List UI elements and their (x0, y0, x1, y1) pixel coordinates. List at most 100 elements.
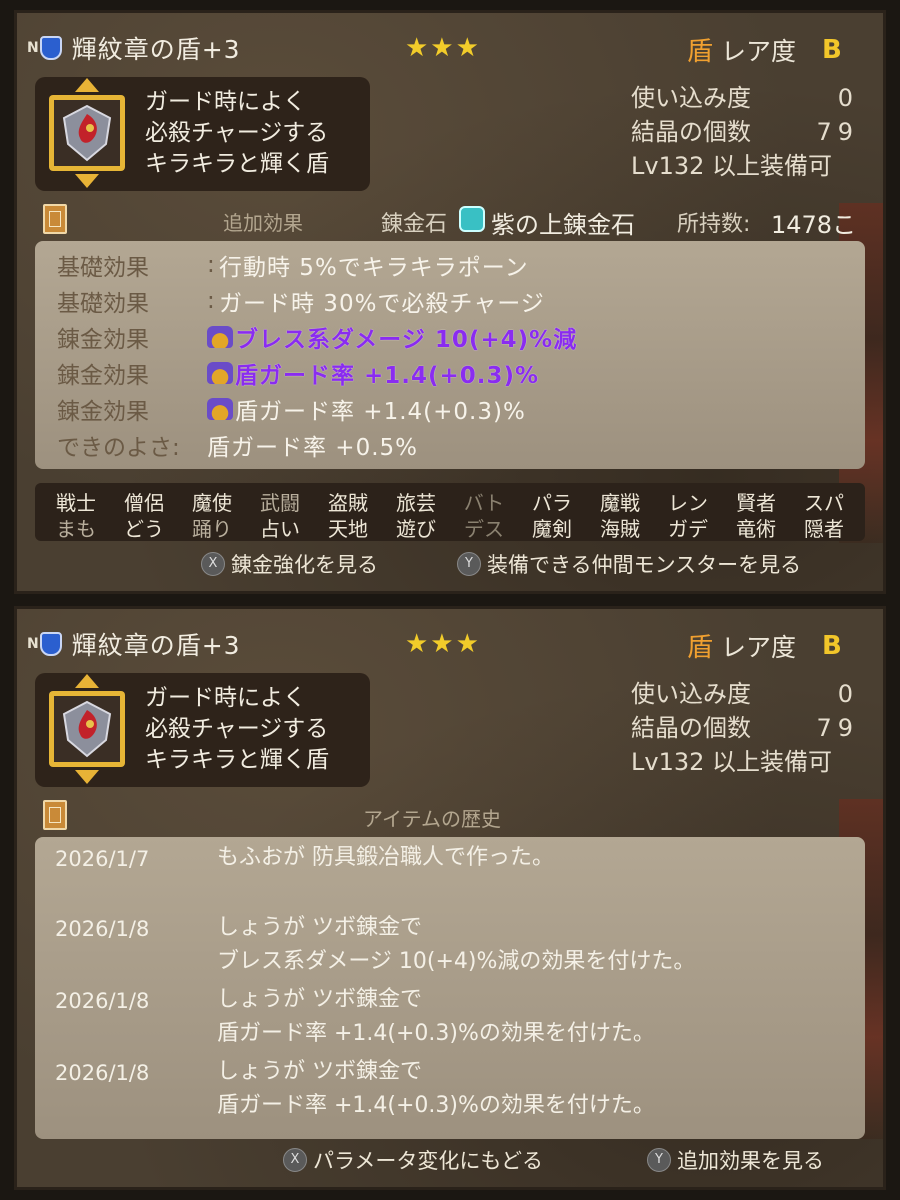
job-label: ガデ (668, 517, 708, 541)
effect-value: ガード時 30%で必殺チャージ (219, 291, 545, 317)
view-monsters-hint[interactable]: Y 装備できる仲間モンスターを見る (457, 549, 801, 579)
description-line: キラキラと輝く盾 (145, 151, 329, 177)
back-to-params-hint[interactable]: X パラメータ変化にもどる (283, 1145, 543, 1175)
effect-key: 錬金効果 (57, 327, 149, 353)
history-line: ブレス系ダメージ 10(+4)%減の効果を付けた。 (217, 949, 696, 974)
description-line: ガード時によく (145, 89, 306, 115)
stat-value: 0 (837, 84, 859, 112)
description-line: ガード時によく (145, 685, 306, 711)
effect-row: 錬金効果 盾ガード率 +1.4(+0.3)% (57, 355, 539, 391)
stat-row-crystals: 結晶の個数 79 (631, 115, 859, 149)
effect-value: 盾ガード率 +0.5% (207, 435, 419, 461)
effect-row: 基礎効果 : 行動時 5%でキラキラポーン (57, 247, 529, 283)
effect-value: ブレス系ダメージ 10(+4)%減 (235, 327, 578, 353)
job-label: バト (463, 491, 505, 515)
job-label: パラ (532, 491, 572, 515)
section-header-row: 追加効果 錬金石 紫の上錬金石 所持数: 1478こ (17, 201, 883, 239)
job-label: 隠者 (804, 517, 844, 541)
job-label: デス (464, 517, 504, 541)
hint-label: 装備できる仲間モンスターを見る (487, 553, 802, 577)
shield-kanji-icon: 盾 (687, 633, 714, 663)
history-date: 2026/1/8 (55, 989, 150, 1013)
n-badge: N (27, 40, 39, 56)
item-icon-frame (49, 95, 125, 171)
stat-label: 使い込み度 (631, 84, 751, 112)
book-icon[interactable] (43, 204, 67, 234)
job-label: どう (124, 517, 164, 541)
item-icon-description-box: ガード時によく 必殺チャージする キラキラと輝く盾 (35, 77, 370, 191)
job-label: 踊り (192, 517, 232, 541)
x-button-icon: X (201, 552, 225, 576)
history-line: しょうが ツボ錬金で (217, 915, 422, 940)
effect-row: 基礎効果 : ガード時 30%で必殺チャージ (57, 283, 545, 319)
stat-label: 使い込み度 (631, 680, 751, 708)
effect-key: 基礎効果 (57, 291, 149, 317)
scroll-down-arrow-icon[interactable] (75, 174, 99, 188)
shield-category-icon (39, 632, 62, 656)
crown-icon (207, 398, 233, 420)
crown-icon (207, 326, 233, 348)
item-stats: 使い込み度 0 結晶の個数 79 Lv132 以上装備可 (631, 81, 859, 183)
stat-row-usage: 使い込み度 0 (631, 677, 859, 711)
y-button-icon: Y (647, 1148, 671, 1172)
rarity-value: B (822, 630, 842, 661)
item-detail-panel-history: N 輝紋章の盾+3 ★★★ 盾 レア度 B ガード時によく 必殺チャージする キ… (14, 606, 886, 1190)
job-label: 魔剣 (532, 517, 572, 541)
stat-label: 結晶の個数 (631, 118, 751, 146)
stat-row-level: Lv132 以上装備可 (631, 745, 859, 779)
job-label: まも (56, 517, 96, 541)
stat-label: Lv132 以上装備可 (631, 748, 833, 776)
section-title: 追加効果 (223, 211, 303, 235)
history-line: 盾ガード率 +1.4(+0.3)%の効果を付けた。 (217, 1021, 655, 1046)
book-icon[interactable] (43, 800, 67, 830)
job-label: 僧侶 (124, 491, 164, 515)
view-alchemy-hint[interactable]: X 錬金強化を見る (201, 549, 378, 579)
job-label: 魔使 (192, 491, 232, 515)
stat-label: Lv132 以上装備可 (631, 152, 833, 180)
job-label: 武闘 (260, 491, 300, 515)
job-label: 竜術 (736, 517, 776, 541)
effect-key: できのよさ: (57, 435, 180, 461)
job-label: 占い (260, 517, 300, 541)
history-line: 盾ガード率 +1.4(+0.3)%の効果を付けた。 (217, 1093, 655, 1118)
scroll-up-arrow-icon[interactable] (75, 674, 99, 688)
item-description: ガード時によく 必殺チャージする キラキラと輝く盾 (145, 683, 329, 776)
item-title-row: N 輝紋章の盾+3 (27, 627, 241, 661)
job-label: レン (668, 491, 708, 515)
stat-label: 結晶の個数 (631, 714, 751, 742)
job-label: 海賊 (600, 517, 640, 541)
effect-row: 錬金効果 ブレス系ダメージ 10(+4)%減 (57, 319, 577, 355)
scroll-up-arrow-icon[interactable] (75, 78, 99, 92)
effect-colon: : (207, 252, 215, 278)
job-label: 旅芸 (396, 491, 436, 515)
scroll-down-arrow-icon[interactable] (75, 770, 99, 784)
history-line: もふおが 防具鍛冶職人で作った。 (217, 845, 554, 870)
job-label: 盗賊 (328, 491, 368, 515)
item-title-row: N 輝紋章の盾+3 (27, 31, 241, 65)
n-badge: N (27, 636, 39, 652)
job-label: 戦士 (56, 491, 96, 515)
effect-row: できのよさ: 盾ガード率 +0.5% (57, 427, 418, 463)
hint-label: 錬金強化を見る (231, 553, 378, 577)
effect-value: 盾ガード率 +1.4(+0.3)% (235, 399, 526, 425)
crown-icon (207, 362, 233, 384)
owned-count-label: 所持数: (677, 212, 751, 237)
item-detail-panel-effects: N 輝紋章の盾+3 ★★★ 盾 レア度 B ガード時によく 必殺チャージする キ… (14, 10, 886, 594)
job-label: スパ (804, 491, 844, 515)
effects-list: 基礎効果 : 行動時 5%でキラキラポーン 基礎効果 : ガード時 30%で必殺… (35, 241, 865, 469)
history-date: 2026/1/8 (55, 917, 150, 941)
description-line: 必殺チャージする (145, 120, 329, 146)
history-date: 2026/1/8 (55, 1061, 150, 1085)
shield-icon (62, 104, 112, 162)
item-description: ガード時によく 必殺チャージする キラキラと輝く盾 (145, 87, 329, 180)
description-line: 必殺チャージする (145, 716, 329, 742)
history-line: しょうが ツボ錬金で (217, 987, 422, 1012)
rarity-label: レア度 (721, 632, 797, 662)
section-header-row: アイテムの歴史 (17, 797, 883, 833)
history-entry: しょうが ツボ錬金で 盾ガード率 +1.4(+0.3)%の効果を付けた。 (217, 1055, 655, 1123)
history-date: 2026/1/7 (55, 847, 150, 871)
rarity-label: レア度 (721, 36, 797, 66)
effect-key: 基礎効果 (57, 255, 149, 281)
view-effects-hint[interactable]: Y 追加効果を見る (647, 1145, 824, 1175)
effect-key: 錬金効果 (57, 399, 149, 425)
